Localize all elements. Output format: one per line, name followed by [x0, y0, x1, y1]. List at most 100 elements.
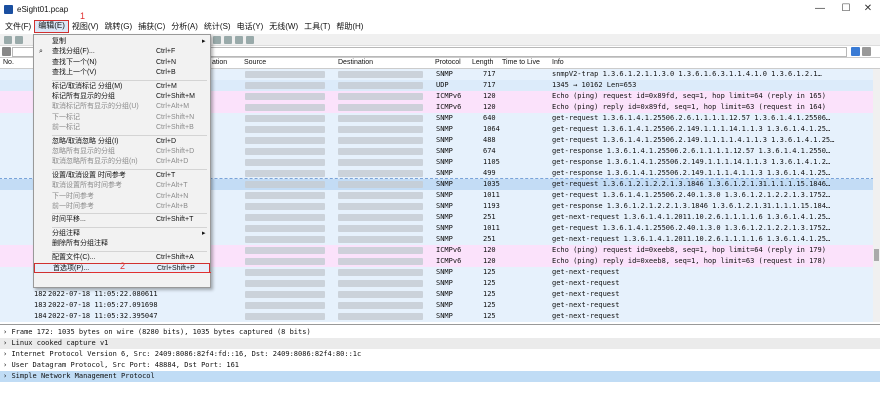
menu-bar: 文件(F) 编辑(E) 视图(V) 跳转(G) 捕获(C) 分析(A) 统计(S… [0, 19, 880, 34]
packet-info: get-request 1.3.6.1.4.1.25506.2.6.1.1.1.… [552, 114, 831, 122]
packet-length: 125 [483, 290, 496, 298]
edit-menu-item[interactable]: 查找上一个(V) Ctrl+B [34, 68, 210, 78]
packet-protocol: SNMP [436, 202, 453, 210]
redacted-destination [338, 170, 423, 177]
packet-length: 1193 [483, 202, 500, 210]
stop-icon[interactable] [15, 36, 23, 44]
menu-edit[interactable]: 编辑(E) [34, 20, 69, 33]
redacted-source [245, 71, 325, 78]
menu-item-shortcut: Ctrl+Shift+T [156, 216, 194, 224]
edit-menu-item[interactable]: 查找下一个(N) Ctrl+N [34, 58, 210, 68]
zoom-out-icon[interactable] [224, 36, 232, 44]
redacted-destination [338, 225, 423, 232]
packet-protocol: ICMPv6 [436, 246, 462, 254]
col-destination[interactable]: Destination [338, 59, 373, 66]
redacted-source [245, 170, 325, 177]
packet-number: 182 [34, 290, 47, 298]
redacted-destination [338, 203, 423, 210]
detail-text: Linux cooked capture v1 [11, 339, 109, 347]
edit-menu-item[interactable]: 取消设置所有时间参考 Ctrl+Alt+T [34, 181, 210, 191]
table-row[interactable]: 182 2022-07-18 11:05:22.080611 SNMP 125 get-… [0, 289, 873, 300]
edit-menu-item[interactable]: ⌕ 查找分组(F)... Ctrl+F [34, 47, 210, 57]
resize-columns-icon[interactable] [246, 36, 254, 44]
packet-info: get-request 1.3.6.1.4.1.25506.2.149.1.1.… [552, 136, 835, 144]
edit-menu-item[interactable]: 下一标记 Ctrl+Shift+N [34, 113, 210, 123]
edit-menu-item[interactable]: 删除所有分组注释 [34, 239, 210, 249]
packet-info: get-next-request [552, 290, 620, 298]
edit-menu-item[interactable]: 标记所有显示的分组 Ctrl+Shift+M [34, 92, 210, 102]
col-no[interactable]: No. [3, 59, 14, 66]
packet-time: 2022-07-18 11:05:27.091698 [48, 301, 158, 309]
menu-capture[interactable]: 捕获(C) [135, 20, 168, 33]
redacted-source [245, 82, 325, 89]
menu-item-label: 删除所有分组注释 [52, 240, 108, 248]
table-row[interactable]: 184 2022-07-18 11:05:32.395047 SNMP 125 get-… [0, 311, 873, 322]
menu-analyze[interactable]: 分析(A) [168, 20, 201, 33]
packet-info: get-response 1.3.6.1.2.1.2.2.1.3.1846 1.… [552, 202, 831, 210]
menu-item-label: 下一时间参考 [52, 192, 94, 200]
menu-file[interactable]: 文件(F) [2, 20, 34, 33]
menu-wireless[interactable]: 无线(W) [266, 20, 301, 33]
col-time[interactable]: ation [212, 59, 227, 66]
edit-menu-item[interactable]: 忽略/取消忽略 分组(I) Ctrl+D [34, 137, 210, 147]
filter-bookmark-icon[interactable] [2, 47, 11, 56]
menu-item-label: 复制 [52, 38, 66, 45]
packet-time: 2022-07-18 11:05:32.395047 [48, 312, 158, 320]
packet-protocol: SNMP [436, 191, 453, 199]
edit-menu-item[interactable]: 前一标记 Ctrl+Shift+B [34, 123, 210, 133]
menu-item-shortcut: Ctrl+Alt+D [156, 158, 189, 166]
col-length[interactable]: Length [472, 59, 493, 66]
packet-info: Echo (ping) reply id=0x89fd, seq=1, hop … [552, 103, 826, 111]
edit-menu-item[interactable]: 标记/取消标记 分组(M) Ctrl+M [34, 82, 210, 92]
detail-text: Simple Network Management Protocol [11, 372, 155, 380]
edit-menu-item[interactable]: 复制 ▸ [34, 37, 210, 47]
menu-item-label: 忽略所有显示的分组 [52, 148, 115, 155]
detail-tree-item[interactable]: › Simple Network Management Protocol [0, 371, 880, 382]
packet-list-scrollbar[interactable] [873, 69, 880, 322]
edit-menu-item[interactable]: 分组注释 ▸ [34, 229, 210, 239]
edit-menu-item[interactable]: 取消标记所有显示的分组(U) Ctrl+Alt+M [34, 102, 210, 112]
menu-tools[interactable]: 工具(T) [301, 20, 333, 33]
menu-go[interactable]: 跳转(G) [102, 20, 136, 33]
edit-menu-item[interactable]: 下一时间参考 Ctrl+Alt+N [34, 192, 210, 202]
col-source[interactable]: Source [244, 59, 266, 66]
zoom-in-icon[interactable] [213, 36, 221, 44]
menu-view[interactable]: 视图(V) [69, 20, 102, 33]
edit-menu-item[interactable]: 忽略所有显示的分组 Ctrl+Shift+D [34, 147, 210, 157]
menu-separator [52, 79, 207, 81]
packet-protocol: SNMP [436, 213, 453, 221]
edit-menu-item[interactable]: 设置/取消设置 时间参考 Ctrl+T [34, 171, 210, 181]
menu-help[interactable]: 帮助(H) [333, 20, 366, 33]
minimize-button[interactable]: — [810, 3, 830, 14]
maximize-button[interactable]: ☐ [836, 3, 856, 14]
menu-item-label: 标记/取消标记 分组(M) [52, 82, 123, 90]
scrollbar-thumb[interactable] [874, 249, 879, 261]
packet-info: get-next-request 1.3.6.1.4.1.2011.10.2.6… [552, 213, 831, 221]
zoom-reset-icon[interactable] [235, 36, 243, 44]
detail-tree-item[interactable]: › Frame 172: 1035 bytes on wire (8280 bi… [0, 327, 880, 338]
edit-menu-item[interactable]: 取消忽略所有显示的分组(n) Ctrl+Alt+D [34, 157, 210, 167]
col-ttl[interactable]: Time to Live [502, 59, 540, 66]
edit-menu-item[interactable]: 前一时间参考 Ctrl+Alt+B [34, 202, 210, 212]
detail-tree-item[interactable]: › User Datagram Protocol, Src Port: 4888… [0, 360, 880, 371]
col-protocol[interactable]: Protocol [435, 59, 461, 66]
edit-menu-item[interactable]: 时间平移... Ctrl+Shift+T [34, 215, 210, 225]
shark-fin-icon[interactable] [4, 36, 12, 44]
detail-tree-item[interactable]: › Linux cooked capture v1 [0, 338, 880, 349]
close-button[interactable]: ✕ [858, 3, 878, 14]
packet-length: 1064 [483, 125, 500, 133]
col-info[interactable]: Info [552, 59, 564, 66]
menu-item-shortcut: Ctrl+Shift+B [156, 124, 194, 132]
redacted-destination [338, 192, 423, 199]
annotation-step-1: 1 [80, 11, 86, 21]
table-row[interactable]: 183 2022-07-18 11:05:27.091698 SNMP 125 get-… [0, 300, 873, 311]
packet-details-pane[interactable]: › Frame 172: 1035 bytes on wire (8280 bi… [0, 324, 880, 406]
menu-statistics[interactable]: 统计(S) [201, 20, 234, 33]
menu-separator [52, 226, 207, 228]
menu-telephony[interactable]: 电话(Y) [234, 20, 267, 33]
apply-filter-icon[interactable] [851, 47, 860, 56]
packet-length: 488 [483, 136, 496, 144]
packet-protocol: SNMP [436, 312, 453, 320]
detail-tree-item[interactable]: › Internet Protocol Version 6, Src: 2409… [0, 349, 880, 360]
filter-dropdown-icon[interactable] [862, 47, 871, 56]
